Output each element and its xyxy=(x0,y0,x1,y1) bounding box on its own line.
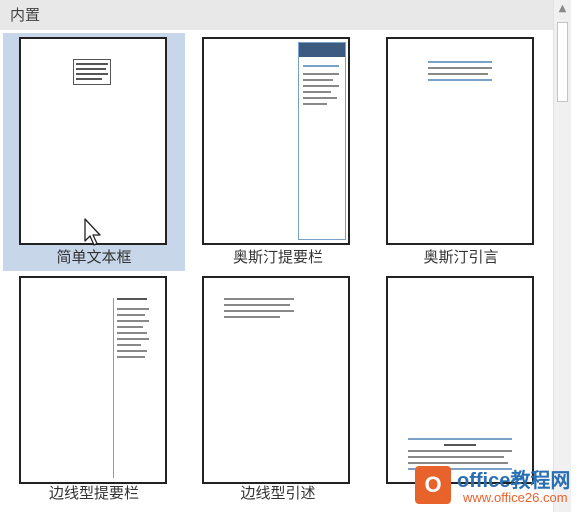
thumbnail-edge-quote xyxy=(202,276,350,484)
watermark-url: www.office26.com xyxy=(463,490,568,505)
watermark-logo: O office教程网 www.office26.com xyxy=(413,462,573,512)
gallery-item-edge-sidebar[interactable]: 边线型提要栏 xyxy=(3,274,185,512)
thumbnail-simple-textbox xyxy=(19,37,167,245)
scrollbar-thumb[interactable] xyxy=(557,22,568,102)
thumbnail-austin-sidebar xyxy=(202,37,350,245)
sidebar-preview xyxy=(298,42,346,240)
textbox-preview xyxy=(73,59,111,85)
item-caption: 奥斯汀引言 xyxy=(423,248,499,266)
item-caption: 奥斯汀提要栏 xyxy=(232,248,323,266)
gallery-item-edge-quote[interactable]: 边线型引述 xyxy=(188,274,368,512)
thumbnail-austin-quote xyxy=(386,37,534,245)
thumbnail-item-6 xyxy=(386,276,534,484)
gallery-item-austin-quote[interactable]: 奥斯汀引言 xyxy=(371,33,551,271)
scroll-up-arrow-icon[interactable]: ▲ xyxy=(554,0,571,17)
item-caption: 边线型提要栏 xyxy=(48,484,139,502)
gallery-section-header: 内置 xyxy=(0,0,553,30)
office-logo-icon: O xyxy=(415,466,451,504)
vertical-scrollbar[interactable]: ▲ xyxy=(553,0,571,512)
mouse-cursor-icon xyxy=(84,218,101,246)
thumbnail-edge-sidebar xyxy=(19,276,167,484)
watermark-title: office教程网 xyxy=(457,470,571,492)
item-caption: 边线型引述 xyxy=(240,484,316,502)
section-label: 内置 xyxy=(10,6,41,24)
item-caption: 简单文本框 xyxy=(56,248,132,266)
gallery-item-austin-sidebar[interactable]: 奥斯汀提要栏 xyxy=(188,33,368,271)
